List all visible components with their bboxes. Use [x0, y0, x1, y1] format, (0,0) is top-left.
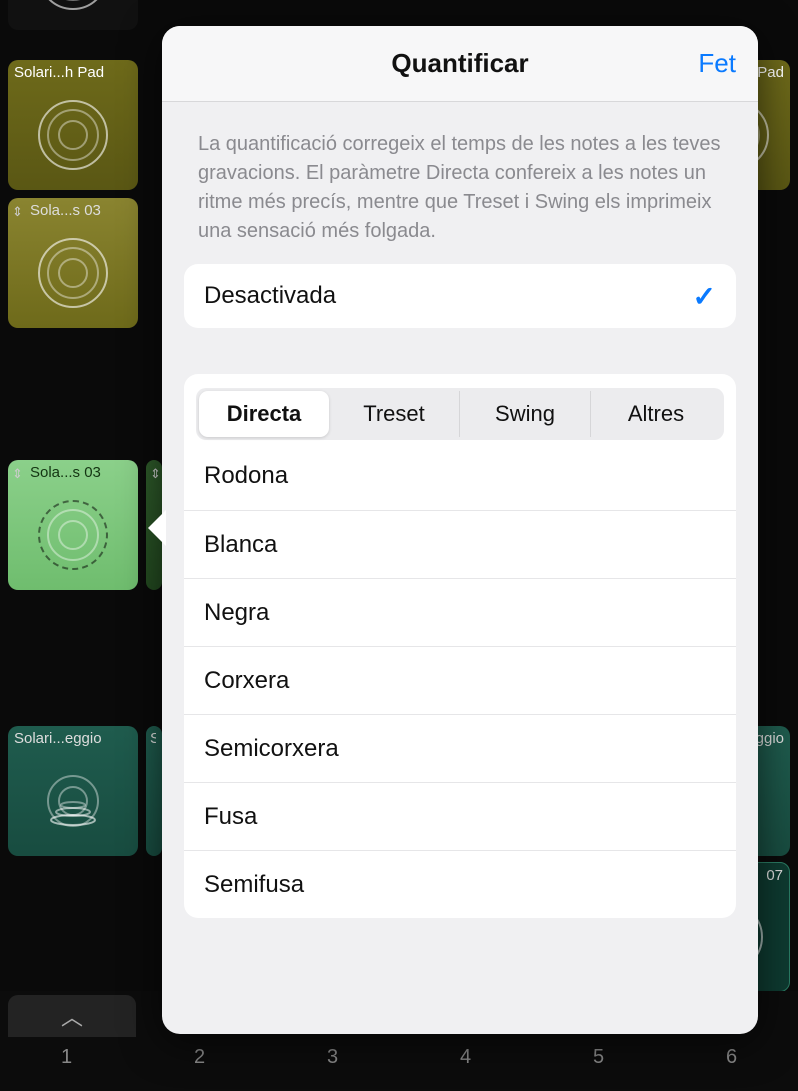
note-value-list: Rodona Blanca Negra Corxera Semicorxera …: [184, 442, 736, 918]
track-number[interactable]: 1: [0, 1037, 133, 1091]
chevron-up-icon: ︿: [61, 1000, 83, 1032]
note-value-label: Semicorxera: [204, 735, 339, 763]
clip-label: Sola...s 03: [30, 464, 132, 481]
clip-cell[interactable]: S: [146, 726, 162, 856]
done-button[interactable]: Fet: [698, 48, 736, 79]
segmented-control-container: Directa Treset Swing Altres: [184, 374, 736, 440]
note-value-row[interactable]: Negra: [184, 578, 736, 646]
note-value-label: Semifusa: [204, 871, 304, 899]
segment-directa[interactable]: Directa: [199, 391, 329, 437]
track-number[interactable]: 6: [665, 1037, 798, 1091]
clip-cell-selected[interactable]: ⇕ Sola...s 03: [8, 460, 138, 590]
popover-title: Quantificar: [162, 48, 758, 79]
note-value-row[interactable]: Blanca: [184, 510, 736, 578]
note-value-label: Blanca: [204, 531, 277, 559]
note-value-label: Fusa: [204, 803, 257, 831]
note-value-row[interactable]: Fusa: [184, 782, 736, 850]
track-number-strip: 1 2 3 4 5 6: [0, 1037, 798, 1091]
track-number[interactable]: 5: [532, 1037, 665, 1091]
note-value-row[interactable]: Corxera: [184, 646, 736, 714]
popover-description: La quantificació corregeix el temps de l…: [162, 102, 758, 264]
checkmark-icon: ✓: [693, 280, 716, 313]
segment-swing[interactable]: Swing: [460, 391, 591, 437]
off-card: Desactivada ✓: [184, 264, 736, 328]
note-value-row[interactable]: Semicorxera: [184, 714, 736, 782]
clip-cell[interactable]: Solari...h Pad: [8, 60, 138, 190]
updown-icon: ⇕: [12, 204, 26, 220]
note-value-label: Negra: [204, 599, 269, 627]
track-number[interactable]: 4: [399, 1037, 532, 1091]
off-label: Desactivada: [204, 282, 336, 310]
app-background: Solari...h Pad ⇕ Sola...s 03 ⇕ Sola...s …: [0, 0, 798, 1091]
clip-label: Sola...s 03: [30, 202, 132, 219]
note-value-label: Rodona: [204, 462, 288, 490]
updown-icon: ⇕: [12, 466, 26, 482]
quantize-off-row[interactable]: Desactivada ✓: [184, 264, 736, 328]
quantize-options-card: Directa Treset Swing Altres Rodona Blanc…: [184, 374, 736, 918]
expand-button[interactable]: ︿: [8, 995, 136, 1037]
clip-label: Solari...eggio: [14, 730, 132, 747]
clip-cell[interactable]: ⇕ Sola...s 03: [8, 198, 138, 328]
note-value-row[interactable]: Semifusa: [184, 850, 736, 918]
clip-waveform-icon: [38, 500, 108, 570]
clip-waveform-icon: [38, 100, 108, 170]
clip-label: Solari...h Pad: [14, 64, 132, 81]
clip-waveform-icon: [38, 238, 108, 308]
quantize-popover: Quantificar Fet La quantificació correge…: [162, 26, 758, 1034]
segment-treset[interactable]: Treset: [329, 391, 460, 437]
note-value-row[interactable]: Rodona: [184, 442, 736, 510]
quantize-mode-segmented: Directa Treset Swing Altres: [196, 388, 724, 440]
clip-waveform-icon: [38, 766, 108, 836]
note-value-label: Corxera: [204, 667, 289, 695]
clip-cell[interactable]: Solari...eggio: [8, 726, 138, 856]
clip-cell[interactable]: [8, 0, 138, 30]
clip-label: S: [150, 730, 156, 747]
track-number[interactable]: 3: [266, 1037, 399, 1091]
popover-header: Quantificar Fet: [162, 26, 758, 102]
track-number[interactable]: 2: [133, 1037, 266, 1091]
segment-altres[interactable]: Altres: [591, 391, 721, 437]
updown-icon: ⇕: [150, 466, 162, 482]
popover-arrow: [148, 510, 166, 546]
